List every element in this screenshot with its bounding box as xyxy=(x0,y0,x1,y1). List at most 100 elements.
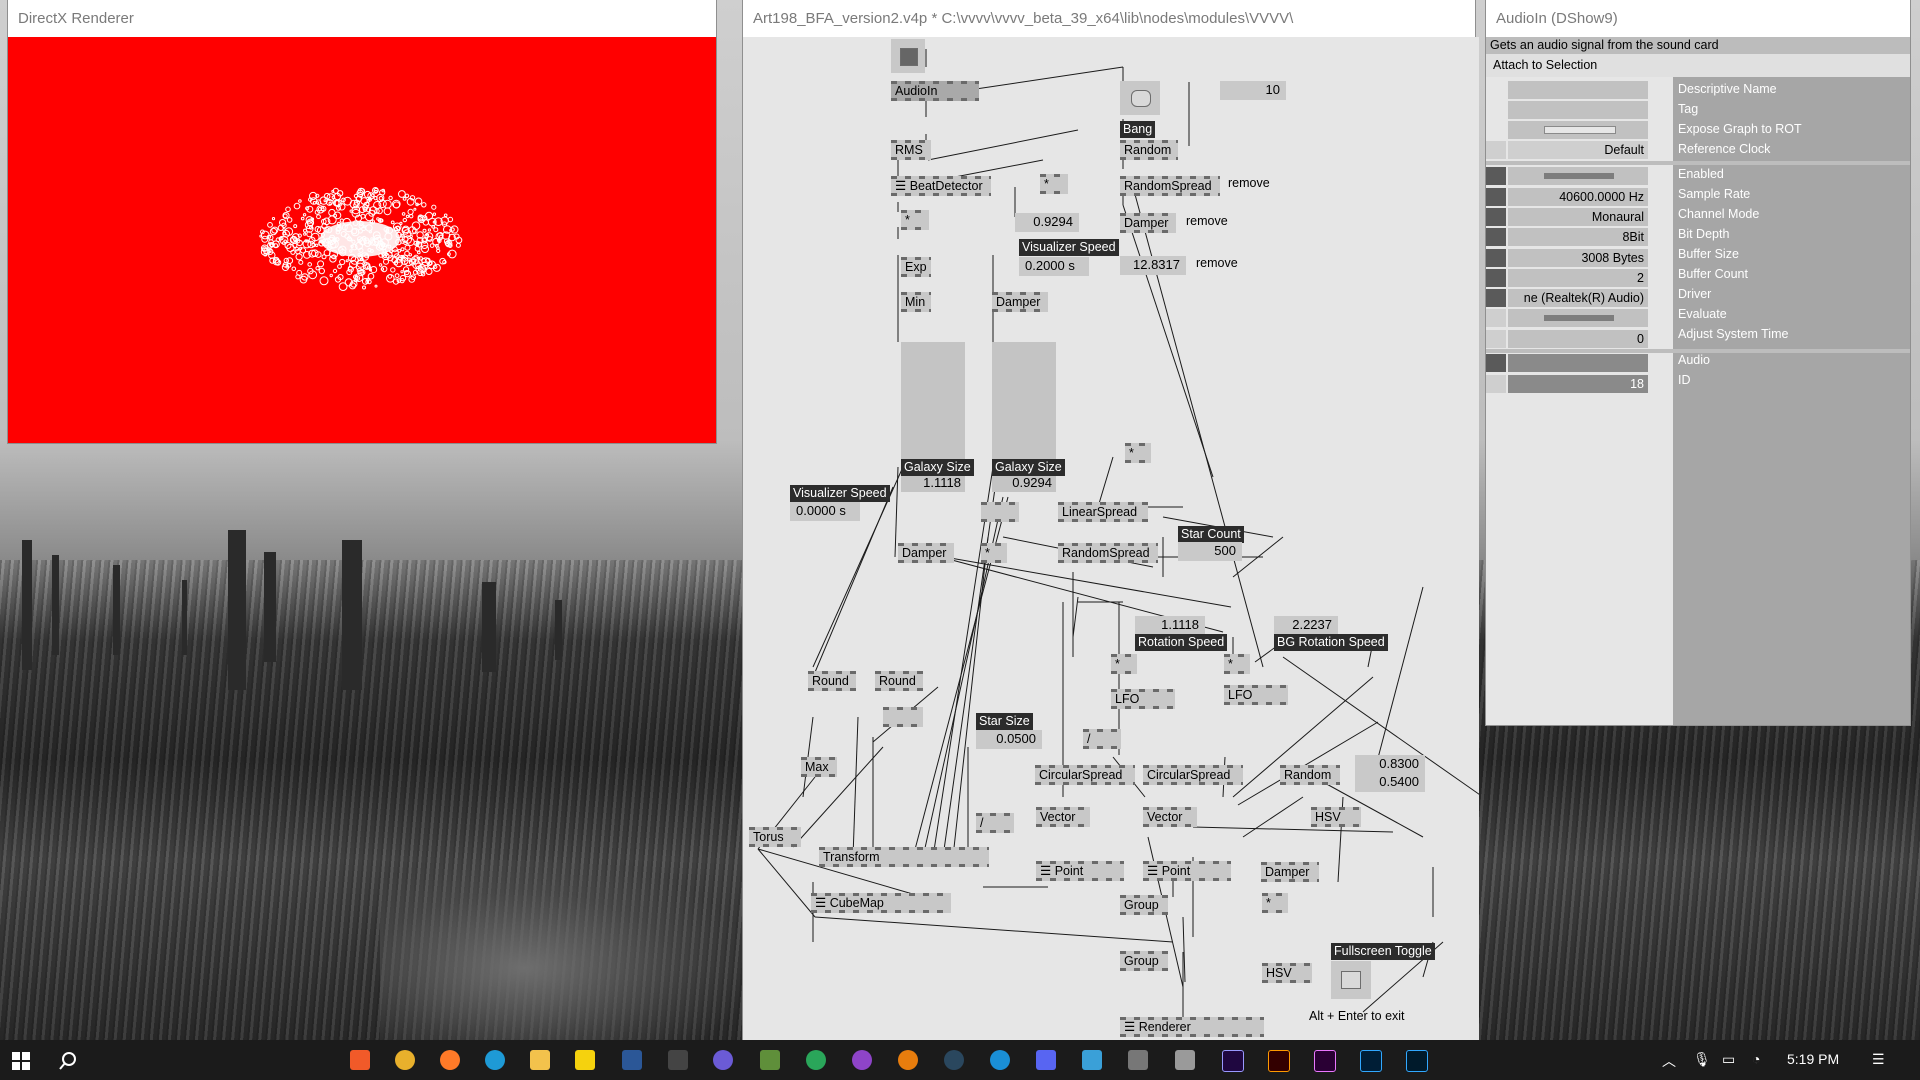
audioin-node[interactable]: AudioIn xyxy=(891,81,979,101)
pin-value[interactable] xyxy=(1508,309,1648,327)
round-node[interactable]: Round xyxy=(875,671,923,691)
exp-node[interactable]: Exp xyxy=(901,257,931,277)
pin-value[interactable]: 3008 Bytes xyxy=(1508,249,1648,267)
visualizer-speed-value[interactable]: 0.0000 s xyxy=(790,502,860,521)
pin-value[interactable] xyxy=(1508,81,1648,99)
rms-node[interactable]: RMS xyxy=(891,140,931,160)
pin-value[interactable] xyxy=(1508,167,1648,185)
illustrator-icon[interactable] xyxy=(1268,1050,1290,1072)
lfo-node[interactable]: LFO xyxy=(1224,685,1288,705)
pin-value[interactable] xyxy=(1508,121,1648,139)
randomspread-node[interactable]: RandomSpread xyxy=(1058,543,1158,563)
edge-icon[interactable] xyxy=(485,1050,505,1070)
minecraft-icon[interactable] xyxy=(760,1050,780,1070)
star-count-value[interactable]: 500 xyxy=(1178,542,1242,561)
value-box-09294[interactable]: 0.9294 xyxy=(1015,213,1079,232)
app-icon[interactable] xyxy=(1128,1050,1148,1070)
steam-icon[interactable] xyxy=(944,1050,964,1070)
hsv-node[interactable]: HSV xyxy=(1262,963,1312,983)
randomspread-node[interactable]: RandomSpread xyxy=(1120,176,1220,196)
multiply-node[interactable]: * xyxy=(1040,174,1068,194)
renderer-node[interactable]: ☰ Renderer xyxy=(1120,1017,1264,1037)
discord-icon[interactable] xyxy=(1036,1050,1056,1070)
battery-icon[interactable]: ▭ xyxy=(1722,1051,1735,1068)
hsv-value-b[interactable]: 0.5400 xyxy=(1355,773,1425,792)
value-box-10[interactable]: 10 xyxy=(1220,81,1286,100)
pin-value[interactable]: Monaural xyxy=(1508,208,1648,226)
app-icon[interactable] xyxy=(1082,1050,1102,1070)
app-icon[interactable] xyxy=(713,1050,733,1070)
patch-canvas[interactable]: AudioIn RMS ☰ BeatDetector * * Exp Min B… xyxy=(743,37,1479,1041)
multiply-node[interactable]: * xyxy=(981,543,1007,563)
fullscreen-toggle[interactable] xyxy=(1331,961,1371,999)
linearspread-node[interactable]: LinearSpread xyxy=(1058,502,1148,522)
app-icon[interactable] xyxy=(990,1050,1010,1070)
microphone-icon[interactable]: 🎙 xyxy=(1693,1051,1711,1068)
lightroom-icon[interactable] xyxy=(1406,1050,1428,1072)
pin-value[interactable]: 8Bit xyxy=(1508,228,1648,246)
hsv-node[interactable]: HSV xyxy=(1311,807,1361,827)
divide-node[interactable] xyxy=(981,502,1019,522)
group-node[interactable]: Group xyxy=(1120,951,1168,971)
app-icon[interactable] xyxy=(806,1050,826,1070)
pin-value[interactable]: Default xyxy=(1508,141,1648,159)
min-node[interactable]: Min xyxy=(901,292,931,312)
after-effects-icon[interactable] xyxy=(1222,1050,1244,1072)
vector-node[interactable]: Vector xyxy=(1143,807,1197,827)
torus-node[interactable]: Torus xyxy=(749,827,801,847)
unity-icon[interactable] xyxy=(668,1050,688,1070)
audio-toggle[interactable] xyxy=(891,39,925,73)
circularspread-node[interactable]: CircularSpread xyxy=(1035,765,1135,785)
clock[interactable]: 5:19 PM xyxy=(1787,1051,1839,1067)
firefox-icon[interactable] xyxy=(440,1050,460,1070)
multiply-node[interactable]: * xyxy=(1262,893,1288,913)
damper-node[interactable]: Damper xyxy=(1261,862,1319,882)
file-explorer-icon[interactable] xyxy=(530,1050,550,1070)
beatdetector-node[interactable]: ☰ BeatDetector xyxy=(891,176,991,196)
damper-node[interactable]: Damper xyxy=(992,292,1048,312)
divide-node[interactable] xyxy=(883,707,923,727)
rotation-speed-value[interactable]: 1.1118 xyxy=(1135,616,1205,635)
point-node[interactable]: ☰ Point xyxy=(1036,861,1124,881)
app-icon[interactable] xyxy=(852,1050,872,1070)
premiere-icon[interactable] xyxy=(1314,1050,1336,1072)
blender-icon[interactable] xyxy=(898,1050,918,1070)
random-node[interactable]: Random xyxy=(1280,765,1340,785)
pin-value[interactable]: 2 xyxy=(1508,269,1648,287)
word-icon[interactable] xyxy=(622,1050,642,1070)
chrome-icon[interactable] xyxy=(395,1050,415,1070)
divide-node[interactable]: / xyxy=(1083,729,1121,749)
value-box-128317[interactable]: 12.8317 xyxy=(1120,256,1186,275)
sticky-notes-icon[interactable] xyxy=(575,1050,595,1070)
patch-window[interactable]: Art198_BFA_version2.v4p * C:\vvvv\vvvv_b… xyxy=(743,0,1479,1041)
photoshop-icon[interactable] xyxy=(1360,1050,1382,1072)
bg-rotation-speed-value[interactable]: 2.2237 xyxy=(1274,616,1338,635)
brave-icon[interactable] xyxy=(350,1050,370,1070)
lfo-node[interactable]: LFO xyxy=(1111,689,1175,709)
chevron-up-icon[interactable]: ︿ xyxy=(1662,1051,1676,1071)
bang-button[interactable] xyxy=(1120,81,1160,115)
star-size-value[interactable]: 0.0500 xyxy=(976,730,1042,749)
multiply-node[interactable]: * xyxy=(1224,654,1250,674)
multiply-node[interactable]: * xyxy=(901,210,929,230)
vector-node[interactable]: Vector xyxy=(1036,807,1090,827)
multiply-node[interactable]: * xyxy=(1125,443,1151,463)
pin-value[interactable]: ne (Realtek(R) Audio) xyxy=(1508,289,1648,307)
round-node[interactable]: Round xyxy=(808,671,856,691)
cubemap-node[interactable]: ☰ CubeMap xyxy=(811,893,951,913)
point-node[interactable]: ☰ Point xyxy=(1143,861,1231,881)
inspector-window[interactable]: AudioIn (DShow9) Gets an audio signal fr… xyxy=(1486,0,1910,725)
vvvv-icon[interactable] xyxy=(1175,1050,1195,1070)
group-node[interactable]: Group xyxy=(1120,895,1168,915)
notification-icon[interactable]: ☰ xyxy=(1872,1051,1885,1068)
transform-node[interactable]: Transform xyxy=(819,847,989,867)
divide-node[interactable]: / xyxy=(976,813,1014,833)
multiply-node[interactable]: * xyxy=(1111,654,1137,674)
hsv-value-a[interactable]: 0.8300 xyxy=(1355,755,1425,774)
windows-start-icon[interactable] xyxy=(12,1052,30,1070)
renderer-window[interactable]: DirectX Renderer xyxy=(8,0,716,443)
max-node[interactable]: Max xyxy=(801,757,837,777)
visualizer-speed-value[interactable]: 0.2000 s xyxy=(1019,257,1089,276)
damper-node[interactable]: Damper xyxy=(1120,213,1176,233)
attach-to-selection[interactable]: Attach to Selection xyxy=(1486,54,1910,77)
